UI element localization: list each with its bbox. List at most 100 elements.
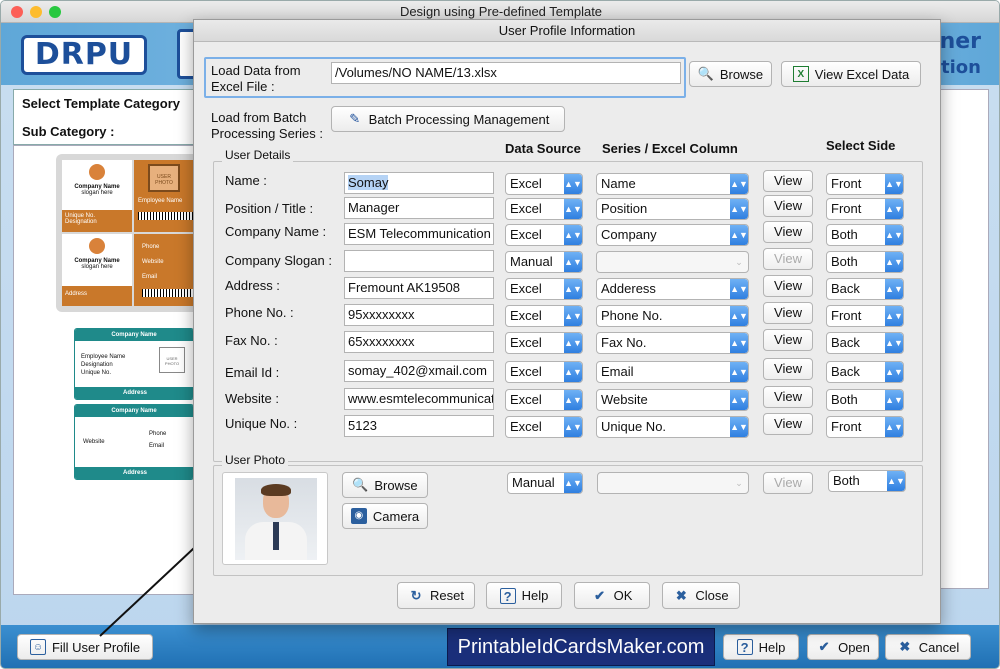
photo-browse-button[interactable]: 🔍 Browse (342, 472, 428, 498)
batch-processing-button[interactable]: ✎ Batch Processing Management (331, 106, 565, 132)
close-window-icon[interactable] (11, 6, 23, 18)
view-column-button[interactable]: View (763, 275, 813, 297)
batch-processing-label-text: Batch Processing Management (368, 111, 550, 127)
checkmark-icon: ✔ (818, 639, 830, 654)
view-column-button[interactable]: View (763, 195, 813, 217)
card2-email: Email (149, 443, 165, 449)
refresh-icon: ↻ (410, 587, 422, 603)
view-column-button[interactable]: View (763, 248, 813, 270)
field-value-input[interactable]: Manager (344, 197, 494, 219)
photo-side-select[interactable]: Both ▲▼ (828, 470, 906, 492)
chevron-down-icon: ▲▼ (885, 417, 903, 437)
open-button[interactable]: ✔ Open (807, 634, 879, 660)
select-side-select[interactable]: Front ▲▼ (826, 173, 904, 195)
chevron-down-icon: ▲▼ (564, 333, 582, 353)
cancel-button[interactable]: ✖ Cancel (885, 634, 971, 660)
data-source-select[interactable]: Excel ▲▼ (505, 278, 583, 300)
data-source-select[interactable]: Excel ▲▼ (505, 224, 583, 246)
browse-excel-label: Browse (719, 66, 764, 82)
field-value-input[interactable]: 5123 (344, 415, 494, 437)
field-value-input[interactable]: 95xxxxxxxx (344, 304, 494, 326)
photo-source-select[interactable]: Manual ▲▼ (507, 472, 583, 494)
template-card-2[interactable]: Company Name Employee Name Designation U… (74, 328, 194, 480)
edit-document-icon: ✎ (349, 111, 361, 126)
field-value-input[interactable]: Somay (344, 172, 494, 194)
camera-button[interactable]: ◉ Camera (342, 503, 428, 529)
select-side-select[interactable]: Back ▲▼ (826, 361, 904, 383)
series-column-select[interactable]: Fax No. ▲▼ (596, 332, 749, 354)
view-column-button[interactable]: View (763, 302, 813, 324)
ok-button[interactable]: ✔ OK (574, 582, 650, 609)
series-column-select[interactable]: Email ▲▼ (596, 361, 749, 383)
fill-user-profile-button[interactable]: ☺ Fill User Profile (17, 634, 153, 660)
series-column-select[interactable]: Company ▲▼ (596, 224, 749, 246)
card2-phone: Phone (149, 431, 167, 437)
field-label: Fax No. : (225, 333, 278, 348)
dialog-help-button[interactable]: ? Help (486, 582, 562, 609)
card2-address: Address (75, 387, 193, 399)
excel-path-field[interactable]: /Volumes/NO NAME/13.xlsx (331, 62, 681, 84)
view-excel-data-button[interactable]: X View Excel Data (781, 61, 921, 87)
series-column-select[interactable]: Phone No. ▲▼ (596, 305, 749, 327)
chevron-down-icon: ▲▼ (730, 199, 748, 219)
card2-photo: USER PHOTO (159, 347, 185, 373)
field-label: Website : (225, 391, 279, 406)
cancel-label: Cancel (918, 639, 960, 655)
data-source-select[interactable]: Excel ▲▼ (505, 173, 583, 195)
series-column-value: Adderess (601, 281, 656, 296)
field-value-input[interactable]: www.esmtelecommunicat (344, 388, 494, 410)
template-preview-list[interactable]: Company Name slogan here Unique No. Desi… (13, 145, 210, 595)
bottom-toolbar: ☺ Fill User Profile PrintableIdCardsMake… (1, 625, 999, 668)
zoom-window-icon[interactable] (49, 6, 61, 18)
card1-back-slogan: slogan here (81, 264, 113, 270)
field-value-input[interactable]: 65xxxxxxxx (344, 331, 494, 353)
field-value-input[interactable]: Fremount AK19508 (344, 277, 494, 299)
chevron-down-icon: ▲▼ (885, 199, 903, 219)
series-column-select[interactable]: ⌄ (596, 251, 749, 273)
field-value-input[interactable] (344, 250, 494, 272)
view-column-button[interactable]: View (763, 413, 813, 435)
select-side-select[interactable]: Both ▲▼ (826, 389, 904, 411)
select-side-select[interactable]: Front ▲▼ (826, 305, 904, 327)
series-column-value: Website (601, 392, 648, 407)
view-column-button[interactable]: View (763, 329, 813, 351)
data-source-select[interactable]: Excel ▲▼ (505, 389, 583, 411)
select-side-value: Front (831, 201, 862, 216)
data-source-select[interactable]: Excel ▲▼ (505, 416, 583, 438)
series-column-select[interactable]: Name ▲▼ (596, 173, 749, 195)
data-source-select[interactable]: Excel ▲▼ (505, 332, 583, 354)
card2-unique-no: Unique No. (81, 370, 112, 376)
photo-column-select[interactable]: ⌄ (597, 472, 749, 494)
chevron-down-icon: ▲▼ (564, 225, 582, 245)
select-side-select[interactable]: Front ▲▼ (826, 198, 904, 220)
view-column-button[interactable]: View (763, 221, 813, 243)
series-column-select[interactable]: Position ▲▼ (596, 198, 749, 220)
photo-view-button[interactable]: View (763, 472, 813, 494)
close-button[interactable]: ✖ Close (662, 582, 740, 609)
series-column-select[interactable]: Adderess ▲▼ (596, 278, 749, 300)
data-source-select[interactable]: Excel ▲▼ (505, 361, 583, 383)
select-side-select[interactable]: Both ▲▼ (826, 251, 904, 273)
chevron-down-icon: ▲▼ (885, 390, 903, 410)
select-side-select[interactable]: Front ▲▼ (826, 416, 904, 438)
data-source-select[interactable]: Excel ▲▼ (505, 305, 583, 327)
data-source-select[interactable]: Manual ▲▼ (505, 251, 583, 273)
series-column-select[interactable]: Website ▲▼ (596, 389, 749, 411)
view-column-button[interactable]: View (763, 386, 813, 408)
data-source-select[interactable]: Excel ▲▼ (505, 198, 583, 220)
help-button[interactable]: ? Help (723, 634, 799, 660)
browse-excel-button[interactable]: 🔍 Browse (689, 61, 772, 87)
series-column-select[interactable]: Unique No. ▲▼ (596, 416, 749, 438)
field-value-input[interactable]: ESM Telecommunication L (344, 223, 494, 245)
field-value-input[interactable]: somay_402@xmail.com (344, 360, 494, 382)
reset-button[interactable]: ↻ Reset (397, 582, 475, 609)
field-value-text: ESM Telecommunication L (348, 226, 494, 241)
select-side-select[interactable]: Back ▲▼ (826, 332, 904, 354)
select-side-select[interactable]: Both ▲▼ (826, 224, 904, 246)
minimize-window-icon[interactable] (30, 6, 42, 18)
select-side-select[interactable]: Back ▲▼ (826, 278, 904, 300)
view-column-button[interactable]: View (763, 170, 813, 192)
template-card-1[interactable]: Company Name slogan here Unique No. Desi… (56, 154, 210, 312)
view-column-button[interactable]: View (763, 358, 813, 380)
select-template-category-label: Select Template Category (22, 96, 180, 111)
